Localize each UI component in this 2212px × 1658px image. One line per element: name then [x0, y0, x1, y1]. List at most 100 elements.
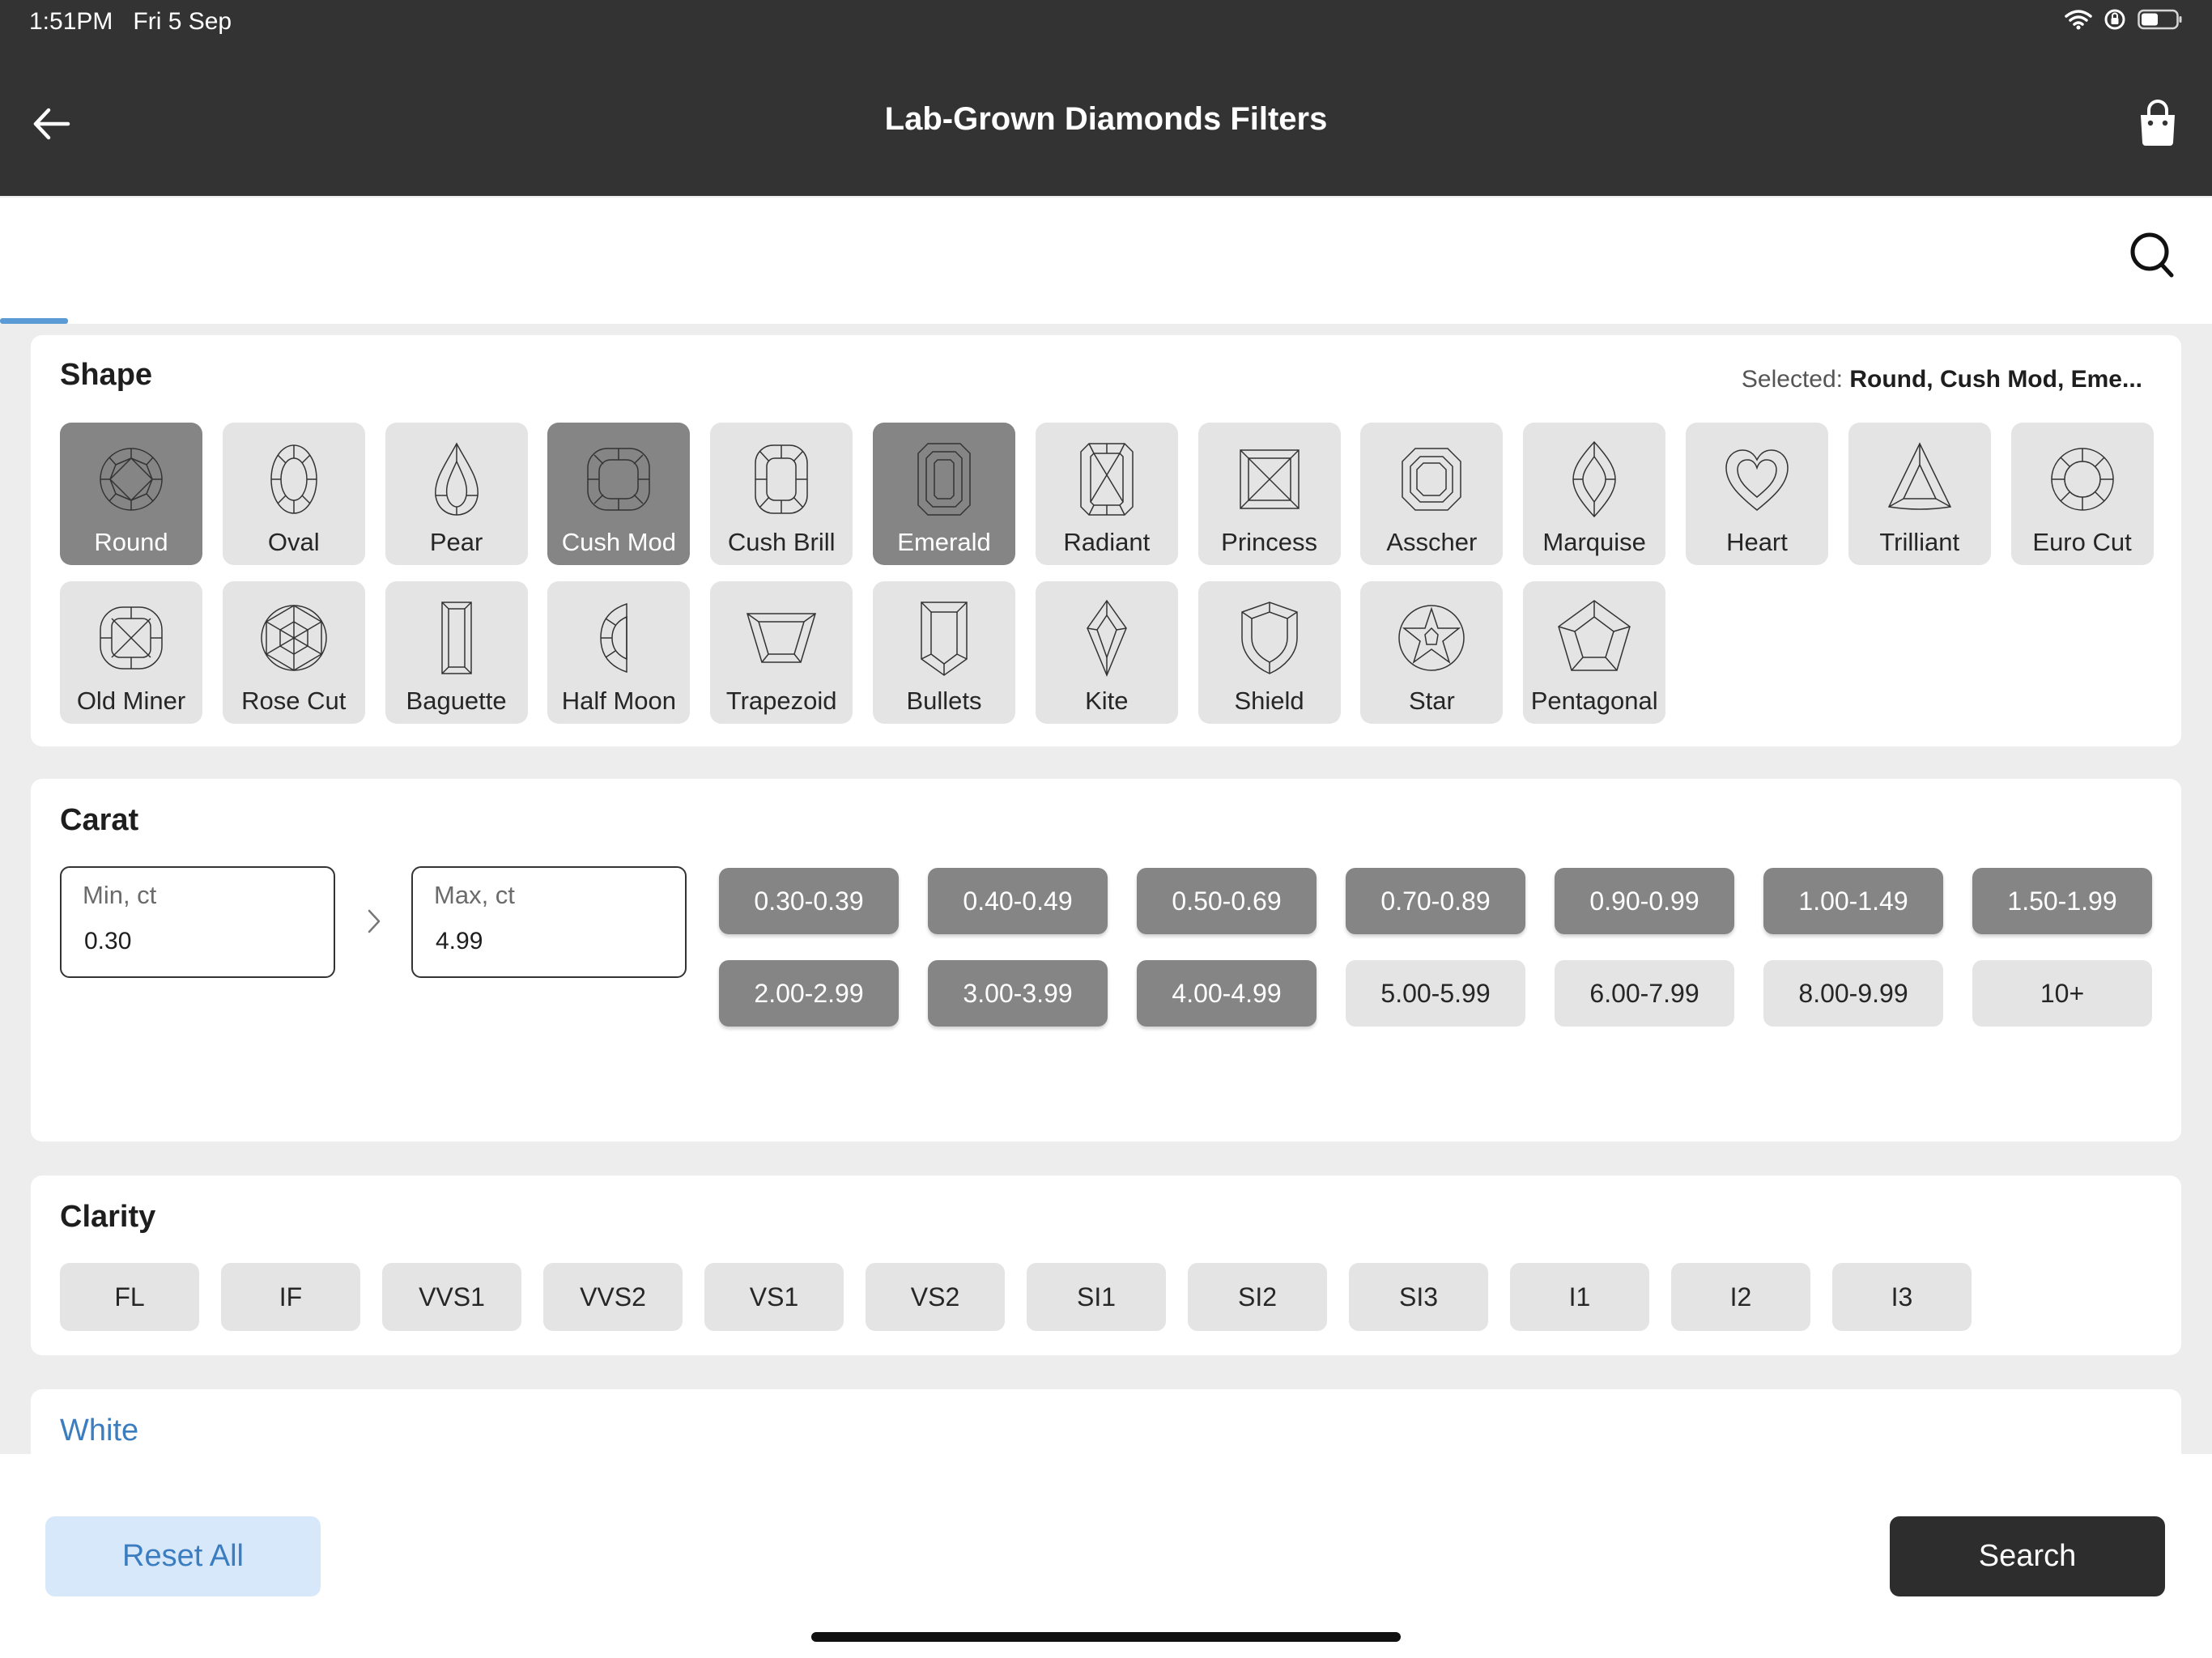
shape-selected-summary: Selected: Round, Cush Mod, Eme...: [1741, 366, 2142, 393]
cushion-modified-shape-icon: [587, 448, 651, 511]
clarity-title: Clarity: [60, 1200, 156, 1234]
shape-tile-half-moon[interactable]: Half Moon: [547, 581, 691, 724]
pentagonal-shape-icon: [1558, 600, 1631, 671]
heart-shape-icon: [1725, 449, 1789, 511]
asscher-shape-icon: [1402, 448, 1462, 511]
shape-tile-baguette[interactable]: Baguette: [385, 581, 528, 724]
clarity-chip-vs1[interactable]: VS1: [704, 1263, 844, 1331]
carat-range-chip[interactable]: 5.00-5.99: [1346, 960, 1525, 1027]
carat-title: Carat: [60, 803, 139, 837]
old-miner-shape-icon: [100, 606, 163, 670]
clarity-chip-i3[interactable]: I3: [1832, 1263, 1972, 1331]
clarity-chip-i1[interactable]: I1: [1510, 1263, 1649, 1331]
marquise-shape-icon: [1572, 440, 1616, 518]
shape-tile-round[interactable]: Round: [60, 423, 202, 565]
shape-label: Trilliant: [1879, 528, 1960, 556]
trapezoid-shape-icon: [747, 613, 817, 663]
round-shape-icon: [100, 448, 163, 511]
shape-label: Radiant: [1063, 528, 1151, 556]
shape-title: Shape: [60, 358, 153, 392]
scroll-indicator: [0, 318, 68, 324]
clarity-chip-vvs2[interactable]: VVS2: [543, 1263, 683, 1331]
shape-tile-star[interactable]: Star: [1360, 581, 1504, 724]
carat-range-chip[interactable]: 0.70-0.89: [1346, 868, 1525, 934]
clarity-chip-vvs1[interactable]: VVS1: [382, 1263, 521, 1331]
shape-tile-pentagonal[interactable]: Pentagonal: [1523, 581, 1666, 724]
shape-label: Pear: [429, 528, 483, 556]
carat-range-chip[interactable]: 0.30-0.39: [719, 868, 899, 934]
carat-min-field[interactable]: Min, ct 0.30: [60, 866, 335, 978]
shape-tile-rose-cut[interactable]: Rose Cut: [222, 581, 365, 724]
shape-label: Pentagonal: [1530, 687, 1658, 715]
trilliant-shape-icon: [1887, 442, 1951, 510]
clarity-chip-si3[interactable]: SI3: [1349, 1263, 1488, 1331]
shape-tile-cush-brill[interactable]: Cush Brill: [710, 423, 853, 565]
carat-range-chip[interactable]: 8.00-9.99: [1763, 960, 1943, 1027]
baguette-shape-icon: [440, 602, 472, 674]
shape-tile-bullets[interactable]: Bullets: [872, 581, 1015, 724]
bullets-shape-icon: [921, 602, 968, 676]
shape-label: Heart: [1726, 528, 1788, 556]
page-title: Lab-Grown Diamonds Filters: [884, 101, 1328, 137]
shape-label: Oval: [267, 528, 320, 556]
shape-tile-trilliant[interactable]: Trilliant: [1848, 423, 1991, 565]
reset-all-button[interactable]: Reset All: [45, 1516, 321, 1596]
carat-range-chip[interactable]: 0.90-0.99: [1555, 868, 1734, 934]
shape-tile-radiant[interactable]: Radiant: [1035, 423, 1178, 565]
status-time: 1:51PM Fri 5 Sep: [29, 8, 232, 35]
shape-tile-kite[interactable]: Kite: [1035, 581, 1178, 724]
battery-icon: [2138, 9, 2182, 30]
rose-cut-shape-icon: [261, 605, 327, 671]
half-moon-shape-icon: [600, 602, 628, 674]
shape-label: Cush Brill: [727, 528, 836, 556]
shape-tile-asscher[interactable]: Asscher: [1360, 423, 1504, 565]
shape-tile-pear[interactable]: Pear: [385, 423, 528, 565]
star-shape-icon: [1398, 605, 1465, 671]
shape-tile-marquise[interactable]: Marquise: [1523, 423, 1666, 565]
carat-min-label: Min, ct: [83, 881, 157, 909]
shape-tile-shield[interactable]: Shield: [1197, 581, 1341, 724]
shopping-bag-icon[interactable]: [2136, 99, 2180, 147]
shape-tile-euro-cut[interactable]: Euro Cut: [2010, 423, 2154, 565]
carat-range-chip[interactable]: 2.00-2.99: [719, 960, 899, 1027]
shape-tile-oval[interactable]: Oval: [222, 423, 365, 565]
carat-range-chip[interactable]: 4.00-4.99: [1137, 960, 1317, 1027]
clarity-chip-vs2[interactable]: VS2: [866, 1263, 1005, 1331]
shape-label: Cush Mod: [561, 528, 677, 556]
shape-label: Asscher: [1386, 528, 1478, 556]
shape-label: Star: [1408, 687, 1455, 715]
clarity-chip-fl[interactable]: FL: [60, 1263, 199, 1331]
carat-range-chip[interactable]: 0.50-0.69: [1137, 868, 1317, 934]
clarity-section: Clarity FL IF VVS1 VVS2 VS1 VS2 SI1 SI2 …: [31, 1175, 2181, 1355]
carat-range-chip[interactable]: 10+: [1972, 960, 2152, 1027]
white-color-toggle[interactable]: White: [60, 1414, 138, 1448]
carat-max-field[interactable]: Max, ct 4.99: [411, 866, 687, 978]
shape-grid: Round Oval Pear Cush Mod Cush Brill Emer…: [60, 423, 2154, 724]
carat-range-chip[interactable]: 1.50-1.99: [1972, 868, 2152, 934]
shape-label: Emerald: [897, 528, 991, 556]
shape-tile-trapezoid[interactable]: Trapezoid: [710, 581, 853, 724]
clarity-chip-si1[interactable]: SI1: [1027, 1263, 1166, 1331]
clarity-chip-si2[interactable]: SI2: [1188, 1263, 1327, 1331]
princess-shape-icon: [1239, 449, 1300, 509]
search-bar: [0, 198, 2212, 324]
shape-tile-princess[interactable]: Princess: [1197, 423, 1341, 565]
clarity-chip-i2[interactable]: I2: [1671, 1263, 1810, 1331]
shape-tile-old-miner[interactable]: Old Miner: [60, 581, 202, 724]
carat-range-chip[interactable]: 3.00-3.99: [928, 960, 1108, 1027]
shape-tile-emerald[interactable]: Emerald: [872, 423, 1015, 565]
search-button[interactable]: Search: [1890, 1516, 2165, 1596]
carat-section: Carat Min, ct 0.30 Max, ct 4.99 0.30-0.3…: [31, 779, 2181, 1141]
carat-max-value[interactable]: 4.99: [436, 928, 483, 955]
shape-label: Round: [94, 528, 168, 556]
shape-tile-cush-mod[interactable]: Cush Mod: [547, 423, 691, 565]
search-icon[interactable]: [2128, 230, 2176, 282]
carat-range-chip[interactable]: 0.40-0.49: [928, 868, 1108, 934]
carat-range-chip[interactable]: 1.00-1.49: [1763, 868, 1943, 934]
carat-range-chip[interactable]: 6.00-7.99: [1555, 960, 1734, 1027]
clarity-chip-if[interactable]: IF: [221, 1263, 360, 1331]
carat-min-value[interactable]: 0.30: [84, 928, 131, 955]
pear-shape-icon: [434, 442, 479, 516]
shape-label: Baguette: [406, 687, 507, 715]
shape-tile-heart[interactable]: Heart: [1685, 423, 1828, 565]
